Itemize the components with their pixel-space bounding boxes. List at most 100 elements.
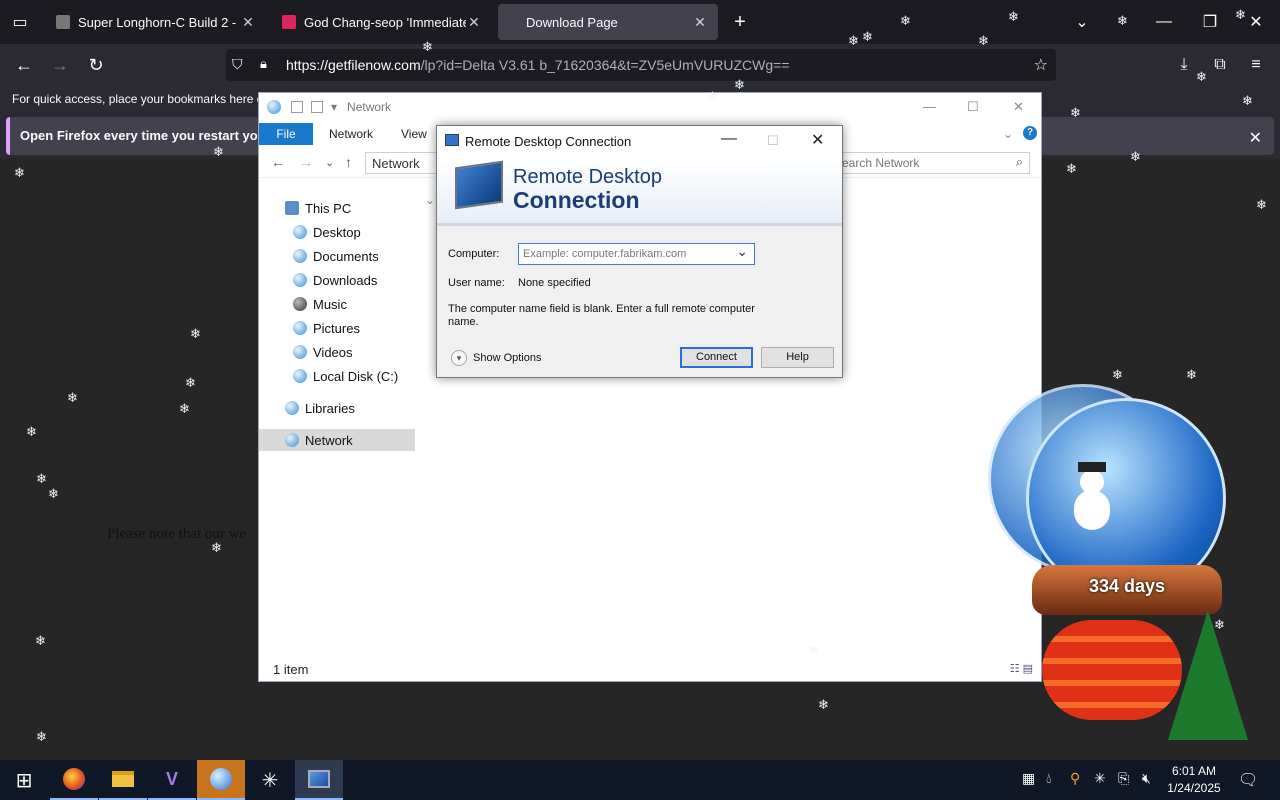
back-icon[interactable]: ← <box>12 54 36 76</box>
tray-search-icon[interactable]: ⚲ <box>1070 770 1080 787</box>
connect-button[interactable]: Connect <box>680 347 753 368</box>
tab-title: God Chang-seop 'Immediate R <box>304 14 466 30</box>
expand-chevron-icon: ▾ <box>451 350 467 366</box>
documents-icon <box>293 249 307 263</box>
nav-label: Local Disk (C:) <box>313 368 399 384</box>
youtube-favicon-icon <box>282 15 296 29</box>
dialog-close-icon[interactable]: ✕ <box>811 130 824 150</box>
new-folder-icon[interactable] <box>311 101 323 113</box>
new-tab-icon[interactable]: + <box>728 11 752 33</box>
page-note: Please note that our we <box>107 526 247 542</box>
notifications-icon[interactable]: 🗨︎ <box>1238 770 1258 790</box>
tray-droplet-icon[interactable]: 💧︎ <box>1046 770 1052 787</box>
forward-icon[interactable]: → <box>48 54 72 76</box>
system-clock[interactable]: 6:01 AM 1/24/2025 <box>1164 763 1224 797</box>
computer-combobox[interactable]: Example: computer.fabrikam.com <box>518 243 755 265</box>
reload-icon[interactable]: ↻ <box>84 54 108 76</box>
network-status-icon[interactable]: ⎘ <box>1118 770 1129 787</box>
help-button[interactable]: Help <box>761 347 834 368</box>
help-icon[interactable]: ? <box>1023 126 1037 140</box>
nav-label: Desktop <box>313 224 361 240</box>
snowflake-app-icon[interactable]: ✳ <box>246 760 294 800</box>
minimize-icon[interactable]: — <box>1152 12 1176 32</box>
close-notification-icon[interactable]: ✕ <box>1249 128 1262 148</box>
dialog-minimize-icon[interactable]: — <box>721 130 737 148</box>
url-path: /lp?id=Delta V3.61 b_71620364&t=ZV5eUmVU… <box>420 57 790 73</box>
file-explorer-icon[interactable] <box>99 760 147 800</box>
close-tab-icon[interactable]: ✕ <box>692 14 708 31</box>
nav-libraries[interactable]: Libraries <box>259 397 415 419</box>
lock-icon[interactable]: 🔒︎ <box>260 56 267 72</box>
column-chevron-icon[interactable]: ⌄ <box>425 193 435 207</box>
remote-desktop-app-icon[interactable] <box>295 760 343 800</box>
tab-download-page[interactable]: Download Page ✕ <box>498 4 718 40</box>
nav-this-pc[interactable]: This PC <box>259 197 415 219</box>
address-bar[interactable]: Network <box>365 152 445 174</box>
taskbar: ⊞ V ✳ ▦ 💧︎ ⚲ ✳ ⎘ 🔇︎ 6:01 AM 1/24/2025 🗨︎ <box>0 760 1280 800</box>
dialog-maximize-icon: ☐ <box>767 133 779 148</box>
snow-globe-widget[interactable]: 334 days <box>980 380 1260 760</box>
nav-pictures[interactable]: Pictures <box>259 317 415 339</box>
visual-studio-icon[interactable]: V <box>148 760 196 800</box>
show-options-toggle[interactable]: ▾ Show Options <box>451 350 541 366</box>
bookmark-star-icon[interactable]: ☆ <box>1034 55 1048 75</box>
nav-music[interactable]: Music <box>259 293 415 315</box>
tray-app-icon[interactable]: ▦ <box>1022 770 1035 787</box>
countdown-base: 334 days <box>1032 565 1222 615</box>
firefox-view-icon[interactable]: ▭ <box>8 12 32 32</box>
close-window-icon[interactable]: ✕ <box>1244 12 1268 32</box>
volume-muted-icon[interactable]: 🔇︎ <box>1142 770 1151 787</box>
nav-network[interactable]: Network <box>259 429 415 451</box>
nav-label: Downloads <box>313 272 378 288</box>
ribbon-file-tab[interactable]: File <box>259 123 313 145</box>
recent-locations-icon[interactable]: ⌄ <box>325 156 334 169</box>
remote-monitor-icon <box>455 160 503 210</box>
url-bar[interactable]: ⛉ 🔒︎ https://getfilenow.com /lp?id=Delta… <box>226 49 1056 81</box>
tab-super-longhorn[interactable]: Super Longhorn-C Build 2 - C ✕ <box>46 4 266 40</box>
network-icon <box>267 100 281 114</box>
rdp-app-icon <box>445 134 459 146</box>
tray-snowflake-icon[interactable]: ✳ <box>1094 770 1106 787</box>
snow-globe-app-icon[interactable] <box>197 760 245 800</box>
forward-icon[interactable]: → <box>299 154 313 170</box>
customize-quick-access-icon[interactable]: ▾ <box>331 100 337 114</box>
shield-icon[interactable]: ⛉ <box>232 56 243 73</box>
restore-icon[interactable]: ❐ <box>1198 12 1222 32</box>
expand-ribbon-icon[interactable]: ⌄ <box>1003 127 1013 141</box>
close-tab-icon[interactable]: ✕ <box>240 14 256 31</box>
explorer-maximize-icon[interactable]: ☐ <box>967 99 979 115</box>
nav-local-disk[interactable]: Local Disk (C:) <box>259 365 415 387</box>
nav-videos[interactable]: Videos <box>259 341 415 363</box>
properties-icon[interactable] <box>291 101 303 113</box>
nav-desktop[interactable]: Desktop <box>259 221 415 243</box>
tab-favicon-icon <box>56 15 70 29</box>
nav-label: Documents <box>313 248 379 264</box>
up-icon[interactable]: ↑ <box>345 154 352 170</box>
computer-icon <box>285 201 299 215</box>
username-label: User name: <box>448 277 505 289</box>
menu-icon[interactable]: ≡ <box>1244 54 1268 76</box>
tab-god-chang-seop[interactable]: God Chang-seop 'Immediate R ✕ <box>272 4 492 40</box>
ribbon-network-tab[interactable]: Network <box>329 127 373 141</box>
tab-title: Super Longhorn-C Build 2 - C <box>78 14 240 30</box>
nav-label: Music <box>313 296 347 312</box>
start-windows-icon[interactable]: ⊞ <box>0 760 48 800</box>
back-icon[interactable]: ← <box>271 154 285 170</box>
downloads-folder-icon <box>293 273 307 287</box>
list-tabs-chevron-icon[interactable]: ⌄ <box>1070 12 1094 32</box>
disk-icon <box>293 369 307 383</box>
extensions-icon[interactable]: ⧉ <box>1208 54 1232 76</box>
banner-line2: Connection <box>513 187 640 213</box>
search-input[interactable]: earch Network <box>835 152 1030 174</box>
nav-documents[interactable]: Documents <box>259 245 415 267</box>
firefox-icon[interactable] <box>50 760 98 800</box>
explorer-minimize-icon[interactable]: — <box>923 99 936 114</box>
downloads-icon[interactable]: ⤓ <box>1172 54 1196 76</box>
nav-downloads[interactable]: Downloads <box>259 269 415 291</box>
desktop-icon <box>293 225 307 239</box>
music-icon <box>293 297 307 311</box>
explorer-close-icon[interactable]: ✕ <box>1013 99 1024 115</box>
snowman-icon <box>1072 462 1112 534</box>
ribbon-view-tab[interactable]: View <box>401 127 427 141</box>
close-tab-icon[interactable]: ✕ <box>466 14 482 31</box>
